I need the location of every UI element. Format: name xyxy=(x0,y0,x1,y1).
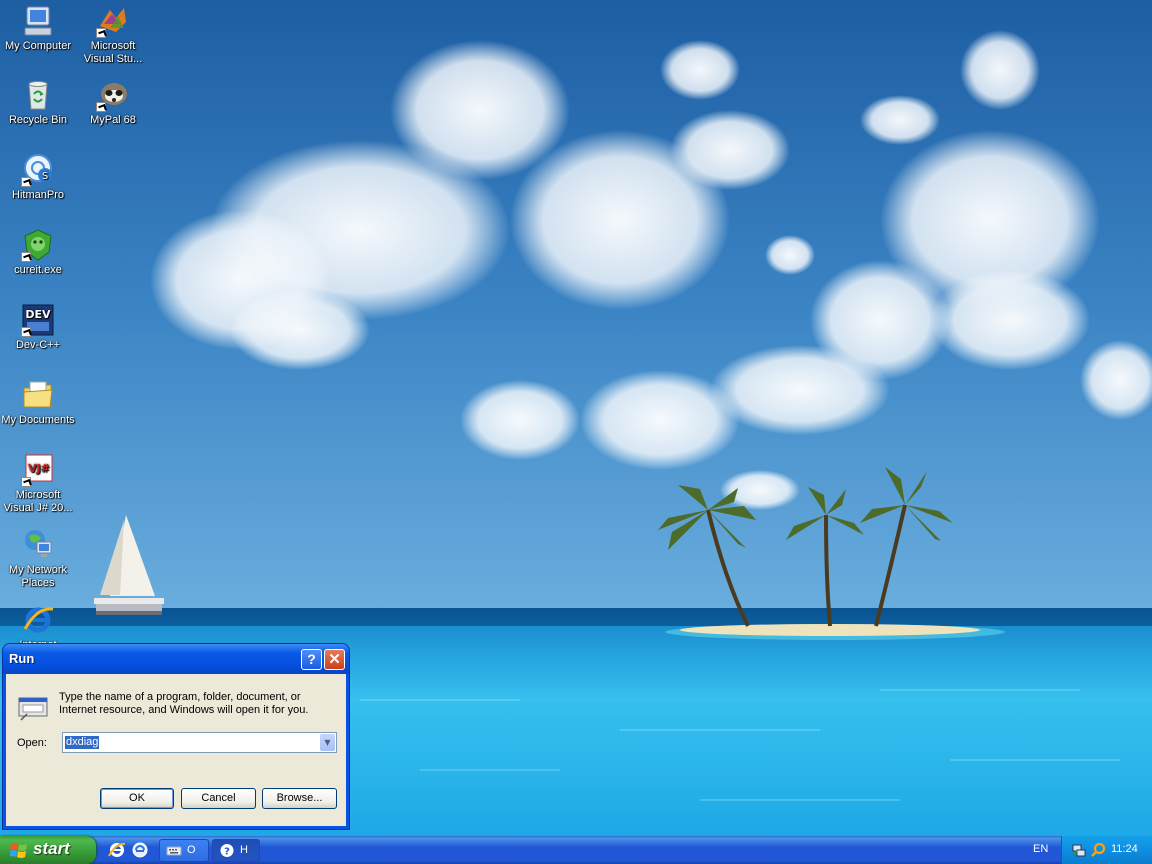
hitmanpro-icon: S xyxy=(21,153,55,187)
cancel-button[interactable]: Cancel xyxy=(181,788,256,809)
windows-logo-icon xyxy=(10,843,27,858)
taskbar-task-help[interactable]: ? H xyxy=(212,839,260,862)
shortcut-arrow-icon xyxy=(96,28,106,38)
desktop-icon-network-places[interactable]: My Network Places xyxy=(0,528,76,590)
desktop-icon-mypal[interactable]: MyPal 68 xyxy=(75,78,151,127)
svg-text:S: S xyxy=(42,171,48,182)
open-input-value[interactable]: dxdiag xyxy=(65,736,100,749)
run-dialog-body: Type the name of a program, folder, docu… xyxy=(6,674,346,826)
desktop-icon-visual-jsharp[interactable]: VJ# Microsoft Visual J# 20... xyxy=(0,453,76,515)
run-dialog-description: Type the name of a program, folder, docu… xyxy=(59,691,309,716)
desktop-icon-label: Dev-C++ xyxy=(15,339,61,351)
language-indicator[interactable]: EN xyxy=(1033,843,1048,855)
visual-studio-icon xyxy=(96,4,130,38)
desktop-icon-label: cureit.exe xyxy=(14,264,62,276)
run-dialog-title: Run xyxy=(9,651,35,666)
svg-text:DEV: DEV xyxy=(25,308,51,321)
start-button[interactable]: start xyxy=(0,836,96,864)
desktop-icon-visual-studio[interactable]: Microsoft Visual Stu... xyxy=(75,4,151,66)
help-button[interactable]: ? xyxy=(301,649,322,670)
internet-explorer-icon xyxy=(21,603,55,637)
desktop-icon-my-documents[interactable]: My Documents xyxy=(0,378,76,427)
browse-button[interactable]: Browse... xyxy=(262,788,337,809)
outlook-express-icon[interactable] xyxy=(131,841,149,859)
my-documents-icon xyxy=(21,378,55,412)
desktop-icon-label: My Network Places xyxy=(8,564,68,589)
my-computer-icon xyxy=(21,4,55,38)
system-tray: 11:24 xyxy=(1061,836,1152,864)
ok-button[interactable]: OK xyxy=(100,788,174,809)
devcpp-icon: DEV xyxy=(21,303,55,337)
desktop-icon-label: Microsoft Visual Stu... xyxy=(83,40,143,65)
start-label: start xyxy=(33,839,70,858)
taskbar-task-keyboard[interactable]: O xyxy=(159,839,209,862)
recycle-bin-icon xyxy=(21,78,55,112)
shortcut-arrow-icon xyxy=(21,477,31,487)
desktop-icon-label: My Documents xyxy=(1,414,75,426)
mypal-icon xyxy=(96,78,130,112)
search-icon[interactable] xyxy=(1090,842,1106,858)
task-label: H xyxy=(240,844,248,856)
cureit-icon xyxy=(21,228,55,262)
svg-text:VJ#: VJ# xyxy=(28,462,50,475)
shortcut-arrow-icon xyxy=(21,252,31,262)
clock[interactable]: 11:24 xyxy=(1111,843,1138,855)
shortcut-arrow-icon xyxy=(21,177,31,187)
desktop-icon-label: Recycle Bin xyxy=(8,114,68,126)
shortcut-arrow-icon xyxy=(96,102,106,112)
network-places-icon xyxy=(21,528,55,562)
chevron-down-icon[interactable]: ▼ xyxy=(320,734,335,751)
desktop-icon-my-computer[interactable]: My Computer xyxy=(0,4,76,53)
desktop-icon-label: HitmanPro xyxy=(12,189,64,201)
svg-text:?: ? xyxy=(224,847,230,858)
desktop-icon-cureit[interactable]: cureit.exe xyxy=(0,228,76,277)
task-label: O xyxy=(187,844,196,856)
taskbar: start O ? H EN 11:24 xyxy=(0,836,1152,864)
desktop-icon-label: My Computer xyxy=(4,40,72,52)
open-label: Open: xyxy=(17,737,47,749)
desktop-icon-hitmanpro[interactable]: S HitmanPro xyxy=(0,153,76,202)
desktop-icon-label: MyPal 68 xyxy=(90,114,136,126)
network-tray-icon[interactable] xyxy=(1071,842,1087,858)
desktop-icon-devcpp[interactable]: DEV Dev-C++ xyxy=(0,303,76,352)
desktop-icon-label: Microsoft Visual J# 20... xyxy=(3,489,73,514)
desktop-icon-recycle-bin[interactable]: Recycle Bin xyxy=(0,78,76,127)
visual-jsharp-icon: VJ# xyxy=(21,453,55,487)
run-dialog: Run ? ✕ Type the name of a program, fold… xyxy=(3,644,349,829)
internet-explorer-icon[interactable] xyxy=(108,841,126,859)
keyboard-icon xyxy=(166,846,182,856)
open-combobox[interactable]: dxdiag ▼ xyxy=(62,732,337,753)
help-icon: ? xyxy=(220,844,234,858)
shortcut-arrow-icon xyxy=(21,327,31,337)
run-program-icon xyxy=(18,697,48,721)
close-button[interactable]: ✕ xyxy=(324,649,345,670)
run-dialog-titlebar[interactable]: Run ? ✕ xyxy=(3,644,349,674)
